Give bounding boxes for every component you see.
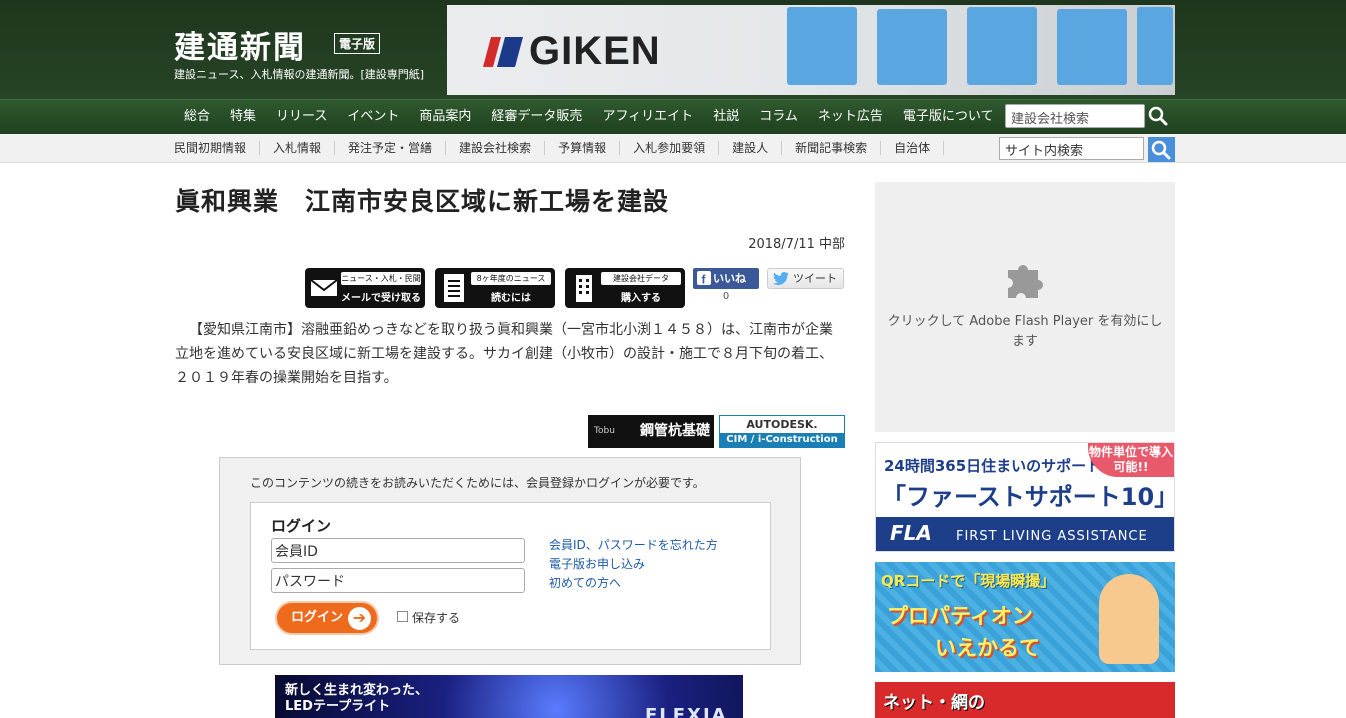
button-title: 8ヶ年度のニュース [471,272,551,285]
facebook-like-button[interactable]: f いいね [693,268,759,289]
machine-image [967,7,1037,85]
machine-image [877,9,947,85]
member-id-input[interactable]: 会員ID [271,538,525,563]
logo-badge: 電子版 [334,33,381,54]
mascot-image [1099,574,1159,664]
site-tagline: 建設ニュース、入札情報の建通新聞。[建設専門紙] [174,68,425,81]
subnav-item[interactable]: 新聞記事検索 [782,141,882,155]
facebook-icon: f [697,271,711,285]
button-subtitle: 読むには [491,293,531,304]
nav-item[interactable]: アフィリエイト [592,100,703,135]
subnav-item[interactable]: 自治体 [881,141,945,155]
forgot-credentials-link[interactable]: 会員ID、パスワードを忘れた方 [549,536,718,553]
company-search-input[interactable]: 建設会社検索 [1005,104,1145,128]
mail-subscribe-button[interactable]: ニュース・入札・民間 メールで受け取る [305,268,425,308]
nav-item[interactable]: 社説 [703,100,749,135]
search-icon [1151,140,1171,160]
building-icon [570,273,598,303]
subnav-item[interactable]: 予算情報 [545,141,621,155]
site-search-input[interactable]: サイト内検索 [999,137,1144,160]
button-subtitle: メールで受け取る [341,293,421,304]
ad-brand-small: Tobu [594,426,615,436]
subnav-item[interactable]: 建設会社検索 [446,141,546,155]
giken-banner-ad[interactable]: GIKEN [447,5,1175,95]
net-ad[interactable]: ネット・網の [875,682,1175,718]
arrow-right-icon: ➔ [348,607,371,630]
plugin-puzzle-icon [1008,265,1043,298]
tweet-button[interactable]: ツイート [767,268,844,289]
ad-line: LEDテープライト [285,699,391,714]
remember-label: 保存する [412,611,461,625]
button-subtitle: 購入する [621,293,661,304]
flash-placeholder[interactable]: クリックして Adobe Flash Player を有効にします [875,182,1175,432]
flash-message: クリックして Adobe Flash Player を有効にします [887,314,1163,349]
article-body: 【愛知県江南市】溶融亜鉛めっきなどを取り扱う眞和興業（一宮市北小渕１４５８）は、… [175,322,833,386]
nav-item[interactable]: リリース [266,100,337,135]
ad-line: プロパティオン [887,604,1033,628]
password-input[interactable]: パスワード [271,568,525,593]
fla-logo: FLA [890,521,932,545]
machine-image [787,7,857,85]
facebook-like-label: いいね [713,272,746,285]
led-tape-light-ad[interactable]: 新しく生まれ変わった、 LEDテープライト FLEXIA [275,675,743,718]
article-dateline: 2018/7/11 中部 [748,237,845,252]
button-title: 建設会社データ [601,272,681,285]
site-header: 建通新聞 電子版 建設ニュース、入札情報の建通新聞。[建設専門紙] GIKEN [0,0,1346,99]
facebook-like-count: 0 [722,291,730,302]
archive-news-button[interactable]: 8ヶ年度のニュース 読むには [435,268,555,308]
ad-headline: 「ファーストサポート10」 [882,483,1175,511]
login-title: ログイン [271,517,332,535]
first-time-link[interactable]: 初めての方へ [549,574,621,591]
ad-line: QRコードで「現場瞬撮」 [881,572,1056,590]
first-support-ad[interactable]: 24時間365日住まいのサポート 「ファーストサポート10」 物件単位で導入可能… [875,442,1175,552]
remember-checkbox[interactable] [397,611,408,622]
login-form: ログイン 会員ID パスワード ログイン ➔ 保存する 会員ID、パスワードを忘… [250,502,771,650]
site-search-button[interactable] [1148,137,1175,162]
autodesk-ad[interactable]: AUTODESK. CIM / i-Construction [719,415,845,448]
nav-item[interactable]: 電子版について [893,100,1004,135]
machine-image [1137,7,1173,85]
nav-item[interactable]: ネット広告 [808,100,893,135]
ad-line: 24時間365日住まいのサポート [884,457,1102,475]
nav-item[interactable]: コラム [749,100,808,135]
ad-line: ネット・網の [883,693,985,713]
fla-tagline: FIRST LIVING ASSISTANCE [956,529,1148,544]
nav-item[interactable]: 総合 [174,100,220,135]
property-on-ad[interactable]: QRコードで「現場瞬撮」 プロパティオン いえかるて [875,562,1175,672]
article-headline: 眞和興業 江南市安良区域に新工場を建設 [175,187,670,216]
subnav-item[interactable]: 入札情報 [260,141,336,155]
site-logo[interactable]: 建通新聞 [174,22,306,67]
login-notice: このコンテンツの続きをお読みいただくためには、会員登録かログインが必要です。 [250,476,705,490]
subnav-item[interactable]: 建設人 [719,141,783,155]
giken-brand: GIKEN [529,29,661,73]
ad-label: 鋼管杭基礎 [640,423,710,439]
steel-pipe-pile-ad[interactable]: Tobu 鋼管杭基礎 [588,415,714,448]
nav-item[interactable]: 経審データ販売 [481,100,592,135]
login-button-label: ログイン [291,610,344,625]
subnav-item[interactable]: 入札参加要領 [620,141,720,155]
document-icon [440,273,468,303]
twitter-icon [773,272,789,285]
tweet-label: ツイート [793,272,837,285]
sub-navigation: 民間初期情報 入札情報 発注予定・営繕 建設会社検索 予算情報 入札参加要領 建… [0,134,1346,163]
ad-line: いえかるて [935,636,1040,660]
ad-brand: FLEXIA [645,705,728,718]
login-panel: このコンテンツの続きをお読みいただくためには、会員登録かログインが必要です。 ロ… [219,457,801,665]
nav-item[interactable]: 特集 [220,100,266,135]
giken-logo-mark-icon [483,37,523,67]
ad-brand: AUTODESK. [746,418,818,431]
ad-corner-badge: 物件単位で導入可能!! [1088,443,1174,477]
subnav-item[interactable]: 民間初期情報 [174,141,261,155]
ad-tagline: CIM / i-Construction [720,433,844,447]
button-title: ニュース・入札・民間 [341,272,421,285]
machine-image [1057,9,1127,85]
login-button[interactable]: ログイン ➔ [275,601,379,635]
nav-item[interactable]: 商品案内 [409,100,481,135]
company-data-button[interactable]: 建設会社データ 購入する [565,268,685,308]
subnav-item[interactable]: 発注予定・営繕 [335,141,447,155]
nav-item[interactable]: イベント [337,100,409,135]
mail-icon [310,273,338,303]
subscribe-link[interactable]: 電子版お申し込み [549,555,645,572]
search-icon[interactable] [1147,104,1169,128]
